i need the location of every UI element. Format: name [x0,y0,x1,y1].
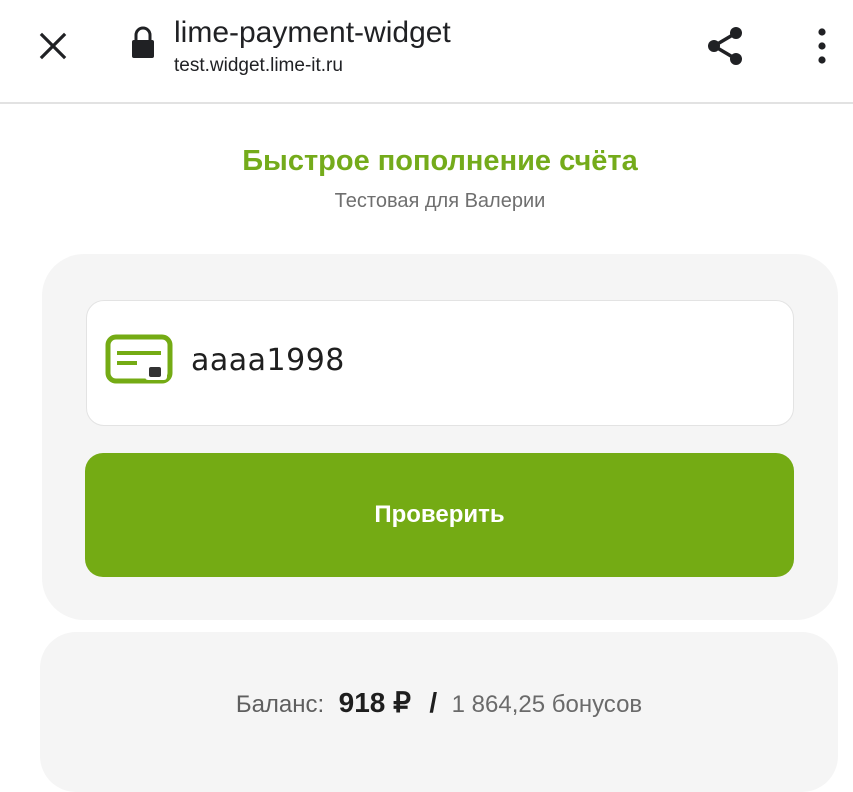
check-button[interactable]: Проверить [85,453,794,577]
balance-card: Баланс: 918 ₽ / 1 864,25 бонусов [40,632,838,792]
close-icon [39,32,67,60]
page-title: Быстрое пополнение счёта [242,145,638,177]
tab-title: lime-payment-widget [174,16,451,49]
page-url: test.widget.lime-it.ru [174,55,343,76]
more-vert-icon [818,28,826,64]
browser-toolbar: lime-payment-widget test.widget.lime-it.… [0,0,853,104]
balance-row: Баланс: 918 ₽ / 1 864,25 бонусов [40,686,838,719]
card-icon [105,334,173,384]
balance-separator: / [429,687,438,718]
lock-icon [132,26,154,58]
page-subtitle: Тестовая для Валерии [334,190,546,212]
close-button[interactable] [30,23,76,69]
check-button-label: Проверить [374,501,505,528]
share-icon [708,27,742,65]
account-input[interactable]: aaaa1998 [86,300,794,426]
balance-label: Баланс: [235,691,325,718]
more-menu-button[interactable] [806,20,838,72]
share-button[interactable] [700,20,752,72]
balance-amount: 918 ₽ [338,687,411,718]
bonus-amount: 1 864,25 бонусов [451,691,643,718]
account-input-value[interactable]: aaaa1998 [191,343,345,378]
url-block[interactable]: lime-payment-widget test.widget.lime-it.… [174,14,451,78]
